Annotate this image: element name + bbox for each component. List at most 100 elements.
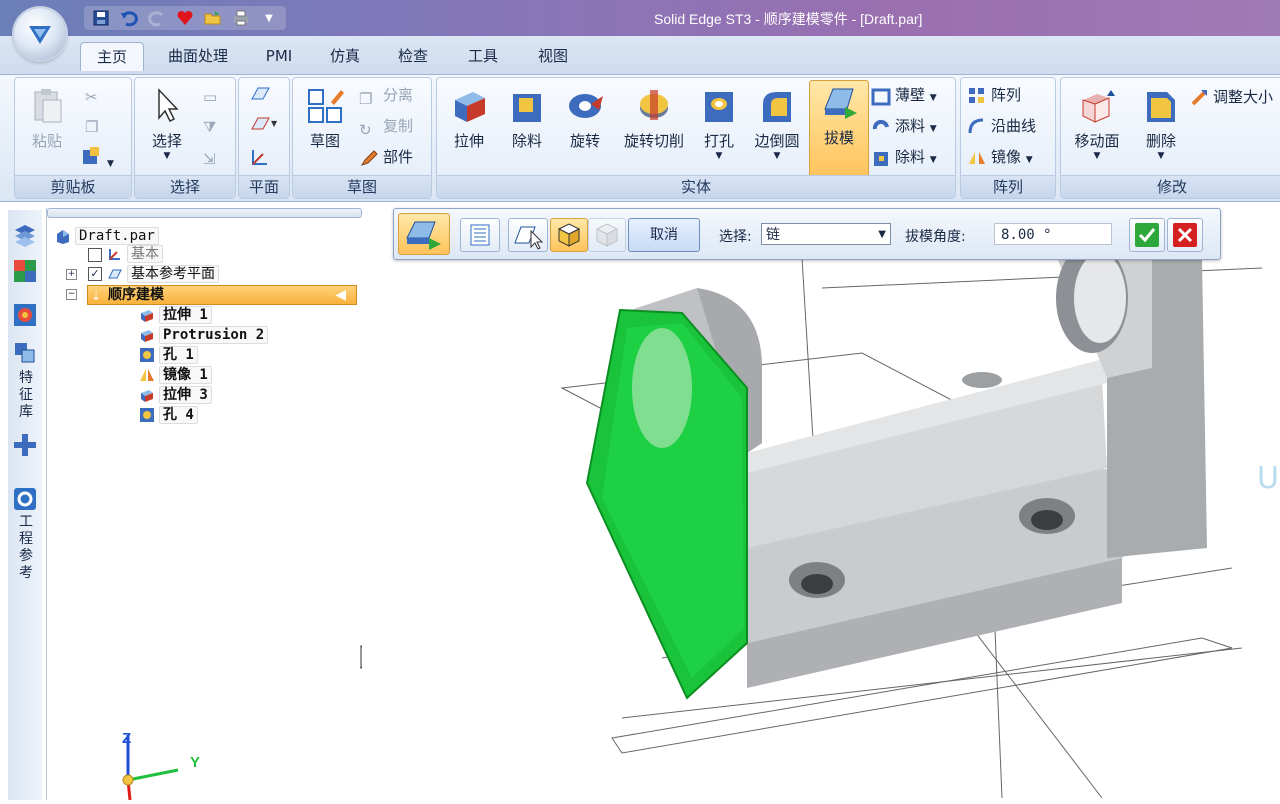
rollback-arrow-icon[interactable]: ◀	[335, 286, 346, 304]
mirror-button[interactable]: 镜像 ▼	[967, 144, 1033, 170]
filter-icon[interactable]: ⧩	[203, 114, 216, 140]
accept-button[interactable]	[1129, 218, 1165, 252]
tab-home[interactable]: 主页	[80, 42, 144, 71]
pattern-icon	[969, 87, 984, 103]
revolved-cutout-label: 旋转切削	[623, 132, 684, 150]
tree-ordered-modeling[interactable]: ⇣ 顺序建模 ◀	[87, 285, 357, 305]
preview-step-button[interactable]	[588, 218, 626, 252]
draft-icon	[824, 88, 857, 119]
copy-icon[interactable]: ❐	[85, 114, 98, 140]
round-button[interactable]: 边倒圆 ▼	[749, 84, 805, 170]
paste-special-icon[interactable]: ▼	[81, 146, 114, 172]
draft-angle-input[interactable]: 8.00 °	[994, 223, 1112, 245]
round-icon	[763, 92, 791, 122]
revolved-cutout-button[interactable]: 旋转切削	[617, 84, 691, 170]
add-button[interactable]: 添料 ▼	[871, 113, 937, 139]
group-pattern: 阵列 沿曲线 镜像 ▼ 阵列	[960, 77, 1056, 199]
family-parts-icon[interactable]	[12, 432, 38, 458]
along-curve-button[interactable]: 沿曲线	[967, 113, 1036, 139]
revolved-cutout-icon	[640, 90, 668, 120]
resize-button[interactable]: 调整大小	[1189, 84, 1273, 110]
select-button[interactable]: 选择 ▼	[139, 84, 195, 170]
reject-button[interactable]	[1167, 218, 1203, 252]
docked-tab-strip: 特征库 工程参考	[8, 210, 42, 800]
tree-feature-mirror-1[interactable]: 镜像 1	[139, 366, 212, 384]
tree-base-ref-planes[interactable]: 基本参考平面	[107, 265, 219, 283]
copy-sketch-button[interactable]: ↻ 复制	[359, 113, 413, 139]
select-manager-icon[interactable]: ⇲	[203, 146, 216, 172]
tree-feature-extrude-3[interactable]: 拉伸 3	[139, 386, 212, 404]
select-face-step-button[interactable]	[508, 218, 548, 252]
tab-tools[interactable]: 工具	[460, 42, 506, 70]
move-face-button[interactable]: 移动面 ▼	[1065, 84, 1129, 170]
separate-icon: ❐	[359, 89, 373, 108]
select-mode-label: 选择:	[719, 229, 752, 245]
face-select-icon	[514, 226, 544, 250]
redo-icon[interactable]	[146, 7, 168, 29]
engineering-reference-tab[interactable]: 工程参考	[17, 514, 35, 582]
cut-icon[interactable]: ✂	[85, 84, 98, 110]
tree-feature-hole-1[interactable]: 孔 1	[139, 346, 198, 364]
pane-grip[interactable]	[47, 208, 362, 218]
draft-step-button[interactable]	[398, 213, 450, 255]
draft-button[interactable]: 拔模	[809, 80, 869, 178]
ref-planes-checkbox[interactable]: ✓	[88, 267, 102, 281]
engineering-reference-icon[interactable]	[12, 486, 38, 512]
palette-icon[interactable]	[12, 258, 38, 284]
group-label-planes: 平面	[239, 175, 289, 198]
separate-button[interactable]: ❐ 分离	[359, 82, 413, 108]
tab-inspect[interactable]: 检查	[390, 42, 436, 70]
body-step-button[interactable]	[550, 218, 588, 252]
group-label-sketch: 草图	[293, 175, 431, 198]
remove-button[interactable]: 除料 ▼	[871, 144, 937, 170]
select-tool-icon[interactable]: ▭	[203, 84, 217, 110]
more-planes-icon[interactable]: ▼	[249, 114, 279, 140]
revolve-button[interactable]: 旋转	[557, 84, 613, 170]
cutout-button[interactable]: 除料	[499, 84, 555, 170]
layers-icon[interactable]	[12, 222, 38, 248]
tab-view[interactable]: 视图	[530, 42, 576, 70]
customize-icon[interactable]: ▼	[258, 7, 280, 29]
base-checkbox[interactable]	[88, 248, 102, 262]
tree-feature-extrude-1[interactable]: 拉伸 1	[139, 306, 212, 324]
collapse-icon[interactable]: −	[66, 289, 77, 300]
delete-button[interactable]: 删除 ▼	[1133, 84, 1189, 170]
tree-feature-hole-4[interactable]: 孔 4	[139, 406, 198, 424]
application-button[interactable]	[14, 8, 66, 60]
sketch-icon	[308, 89, 344, 123]
paste-button[interactable]: 粘贴	[19, 84, 75, 170]
part-button[interactable]: 部件	[359, 144, 413, 170]
add-label: 添料	[895, 117, 926, 135]
hole-icon	[705, 92, 733, 122]
thin-wall-button[interactable]: 薄壁 ▼	[871, 82, 937, 108]
3d-model-view[interactable]: U	[362, 243, 1280, 800]
options-button[interactable]	[460, 218, 500, 252]
save-icon[interactable]	[90, 7, 112, 29]
expand-icon[interactable]: +	[66, 269, 77, 280]
feature-library-tab[interactable]: 特征库	[17, 370, 35, 421]
pattern-button[interactable]: 阵列	[967, 82, 1021, 108]
tree-feature-protrusion-2[interactable]: Protrusion 2	[139, 326, 269, 344]
tree-base[interactable]: 基本	[107, 245, 163, 263]
part-body[interactable]	[585, 243, 1207, 700]
heart-icon[interactable]	[174, 7, 196, 29]
coordinate-system-icon[interactable]	[249, 146, 271, 172]
tree-root[interactable]: Draft.par	[55, 227, 159, 245]
sketch-button[interactable]: 草图	[297, 84, 353, 170]
tab-surfacing[interactable]: 曲面处理	[158, 42, 238, 70]
print-icon[interactable]	[230, 7, 252, 29]
render-icon[interactable]	[12, 302, 38, 328]
select-mode-dropdown[interactable]: 链 ▼	[761, 223, 891, 245]
undo-icon[interactable]	[118, 7, 140, 29]
hole-button[interactable]: 打孔 ▼	[691, 84, 747, 170]
extrude-button[interactable]: 拉伸	[441, 84, 497, 170]
move-face-icon	[1082, 90, 1115, 123]
coincident-plane-icon[interactable]	[249, 84, 271, 110]
separate-label: 分离	[383, 86, 414, 104]
cancel-button[interactable]: 取消	[628, 218, 700, 252]
feature-library-icon[interactable]	[12, 340, 38, 366]
tab-pmi[interactable]: PMI	[256, 42, 302, 70]
open-folder-icon[interactable]	[202, 7, 224, 29]
tab-simulation[interactable]: 仿真	[322, 42, 368, 70]
graphics-window[interactable]: U	[362, 243, 1280, 800]
